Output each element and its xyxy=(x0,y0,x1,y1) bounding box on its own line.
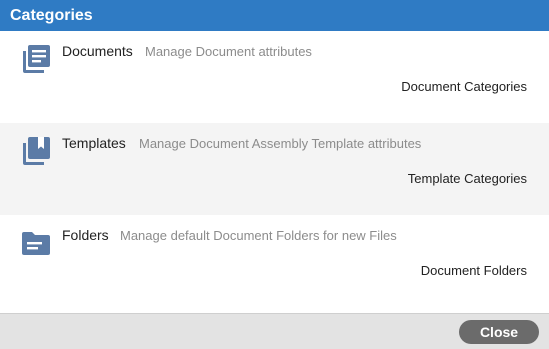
dialog-footer: Close xyxy=(0,313,549,349)
template-categories-link[interactable]: Template Categories xyxy=(408,171,527,186)
templates-section: Templates Manage Document Assembly Templ… xyxy=(0,123,549,215)
categories-dialog: Categories Documents Manage Document att… xyxy=(0,0,549,349)
folders-description: Manage default Document Folders for new … xyxy=(120,228,397,243)
documents-section: Documents Manage Document attributes Doc… xyxy=(0,31,549,123)
folder-icon xyxy=(22,232,50,255)
folders-section: Folders Manage default Document Folders … xyxy=(0,215,549,313)
close-button[interactable]: Close xyxy=(459,320,539,344)
document-categories-link[interactable]: Document Categories xyxy=(401,79,527,94)
document-folders-link[interactable]: Document Folders xyxy=(421,263,527,278)
documents-icon xyxy=(23,45,50,73)
templates-title: Templates xyxy=(62,135,126,151)
dialog-title: Categories xyxy=(0,0,549,31)
documents-title: Documents xyxy=(62,43,133,59)
templates-description: Manage Document Assembly Template attrib… xyxy=(139,136,422,151)
folders-title: Folders xyxy=(62,227,109,243)
templates-icon xyxy=(23,137,50,165)
documents-description: Manage Document attributes xyxy=(145,44,312,59)
